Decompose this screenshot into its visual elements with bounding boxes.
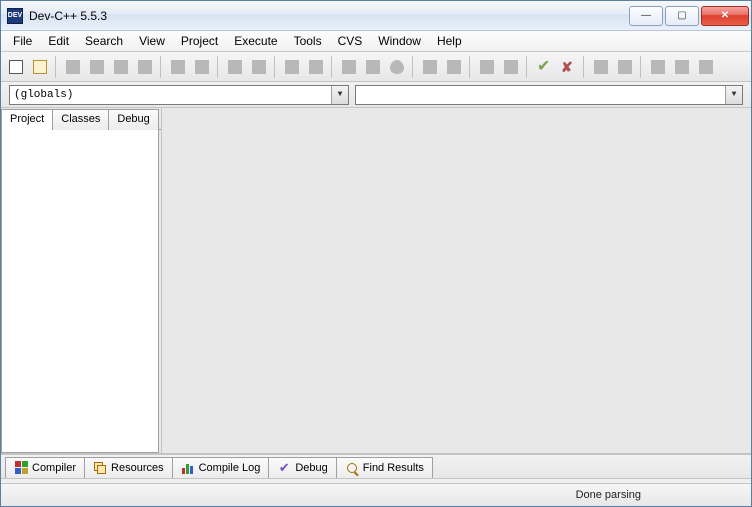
menu-help[interactable]: Help — [429, 32, 470, 50]
chevron-down-icon[interactable]: ▼ — [725, 86, 742, 104]
bottom-tab-label: Compiler — [32, 462, 76, 474]
editor-area[interactable] — [161, 108, 751, 453]
toggle-c-icon[interactable] — [695, 56, 717, 78]
scope-combo[interactable]: (globals) ▼ — [9, 85, 349, 105]
chevron-down-icon[interactable]: ▼ — [331, 86, 348, 104]
bottom-tab-label: Find Results — [363, 462, 424, 474]
find-icon[interactable] — [224, 56, 246, 78]
close-button[interactable]: ✕ — [701, 6, 749, 26]
toolbar-separator — [583, 56, 586, 78]
menu-edit[interactable]: Edit — [40, 32, 77, 50]
pkg-a-icon[interactable] — [590, 56, 612, 78]
new-file-icon[interactable] — [5, 56, 27, 78]
menubar: FileEditSearchViewProjectExecuteToolsCVS… — [1, 31, 751, 52]
work-area: ProjectClassesDebug — [1, 108, 751, 454]
toolbar-separator — [55, 56, 58, 78]
redo-icon[interactable] — [191, 56, 213, 78]
toolbar-separator — [274, 56, 277, 78]
block-b-icon[interactable] — [500, 56, 522, 78]
scope-combo-value: (globals) — [14, 89, 73, 101]
tab-debug[interactable]: Debug — [108, 109, 158, 130]
grid-b-icon[interactable] — [443, 56, 465, 78]
scope-bar: (globals) ▼ ▼ — [1, 82, 751, 108]
save-icon[interactable] — [86, 56, 108, 78]
tab-classes[interactable]: Classes — [52, 109, 109, 130]
compile-log-icon — [181, 461, 195, 475]
side-panel: ProjectClassesDebug — [1, 108, 161, 453]
toolbar-separator — [160, 56, 163, 78]
bottom-tab-debug[interactable]: ✔ Debug — [268, 457, 336, 479]
toggle-b-icon[interactable] — [671, 56, 693, 78]
toolbar-separator — [469, 56, 472, 78]
new-project-icon[interactable] — [29, 56, 51, 78]
run-icon[interactable] — [305, 56, 327, 78]
menu-window[interactable]: Window — [370, 32, 429, 50]
toolbar: ✔✘ — [1, 52, 751, 82]
open-icon[interactable] — [62, 56, 84, 78]
bottom-tab-compiler[interactable]: Compiler — [5, 457, 85, 479]
menu-execute[interactable]: Execute — [226, 32, 285, 50]
minimize-button[interactable]: — — [629, 6, 663, 26]
bottom-tab-find-results[interactable]: Find Results — [336, 457, 433, 479]
maximize-button[interactable]: ▢ — [665, 6, 699, 26]
side-tabs: ProjectClassesDebug — [1, 108, 161, 130]
shield-icon[interactable] — [386, 56, 408, 78]
grid-a-icon[interactable] — [419, 56, 441, 78]
app-icon: DEV — [7, 8, 23, 24]
pkg-b-icon[interactable] — [614, 56, 636, 78]
menu-tools[interactable]: Tools — [286, 32, 330, 50]
members-combo[interactable]: ▼ — [355, 85, 743, 105]
resources-icon — [93, 461, 107, 475]
block-a-icon[interactable] — [476, 56, 498, 78]
cross-icon[interactable]: ✘ — [557, 56, 579, 78]
menu-file[interactable]: File — [5, 32, 40, 50]
menu-view[interactable]: View — [131, 32, 173, 50]
replace-icon[interactable] — [248, 56, 270, 78]
tab-project[interactable]: Project — [1, 109, 53, 130]
window-title: Dev-C++ 5.5.3 — [29, 9, 627, 23]
main-window: DEV Dev-C++ 5.5.3 — ▢ ✕ FileEditSearchVi… — [0, 0, 752, 507]
status-bar: Done parsing — [1, 484, 751, 506]
project-tree[interactable] — [1, 130, 159, 453]
save-all-icon[interactable] — [110, 56, 132, 78]
toolbar-separator — [412, 56, 415, 78]
bottom-tab-label: Compile Log — [199, 462, 261, 474]
debug-icon[interactable] — [338, 56, 360, 78]
toolbar-separator — [526, 56, 529, 78]
stop-debug-icon[interactable] — [362, 56, 384, 78]
undo-icon[interactable] — [167, 56, 189, 78]
compile-icon[interactable] — [281, 56, 303, 78]
toolbar-separator — [331, 56, 334, 78]
toolbar-separator — [640, 56, 643, 78]
bottom-tab-compile-log[interactable]: Compile Log — [172, 457, 270, 479]
menu-search[interactable]: Search — [77, 32, 131, 50]
check-icon[interactable]: ✔ — [533, 56, 555, 78]
bottom-tabs: Compiler Resources Compile Log ✔ Debug Find R… — [1, 454, 751, 478]
compiler-icon — [14, 461, 28, 475]
bottom-tab-resources[interactable]: Resources — [84, 457, 173, 479]
titlebar[interactable]: DEV Dev-C++ 5.5.3 — ▢ ✕ — [1, 1, 751, 31]
bottom-tab-label: Resources — [111, 462, 164, 474]
window-controls: — ▢ ✕ — [627, 6, 749, 26]
bottom-tab-label: Debug — [295, 462, 327, 474]
debug-icon: ✔ — [277, 461, 291, 475]
toggle-a-icon[interactable] — [647, 56, 669, 78]
toolbar-separator — [217, 56, 220, 78]
status-text: Done parsing — [11, 489, 741, 501]
close-icon[interactable] — [134, 56, 156, 78]
find-results-icon — [345, 461, 359, 475]
menu-cvs[interactable]: CVS — [330, 32, 371, 50]
menu-project[interactable]: Project — [173, 32, 226, 50]
